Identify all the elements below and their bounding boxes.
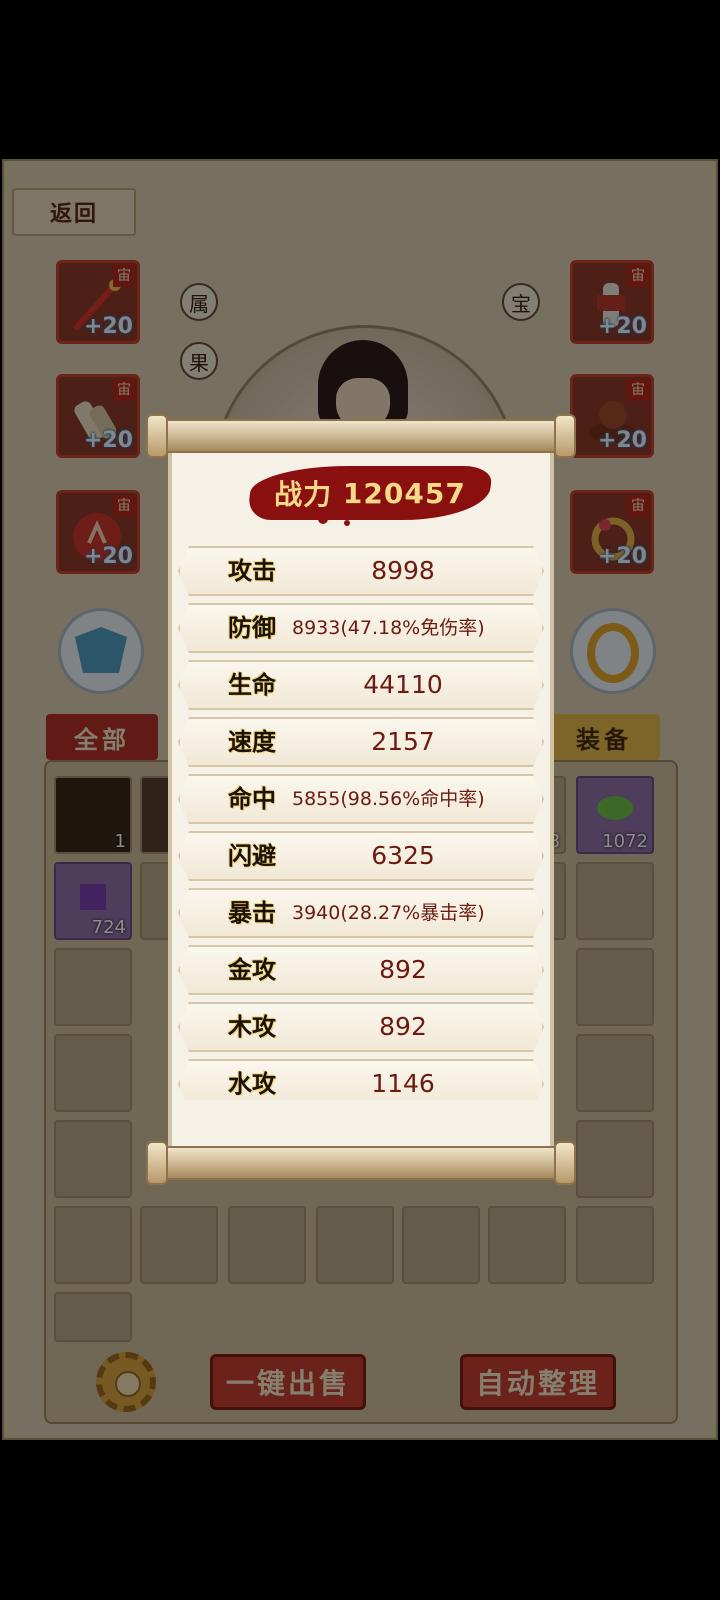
stat-row-defense: 防御 8933(47.18%免伤率) <box>178 603 544 653</box>
stat-value: 5855(98.56%命中率) <box>292 788 485 810</box>
stats-list[interactable]: 攻击 8998 防御 8933(47.18%免伤率) 生命 44110 速度 2… <box>178 546 544 1100</box>
stat-row-metal-attack: 金攻 892 <box>178 945 544 995</box>
stat-value: 892 <box>379 1012 427 1041</box>
scroll-bottom-cap-right <box>554 1141 576 1185</box>
scroll-bottom-cap-left <box>146 1141 168 1185</box>
stat-value: 2157 <box>371 727 435 756</box>
stat-row-dodge: 闪避 6325 <box>178 831 544 881</box>
stat-label: 命中 <box>228 784 276 813</box>
combat-power: 战力 120457 <box>252 470 488 516</box>
stat-value: 6325 <box>371 841 435 870</box>
stat-value: 3940(28.27%暴击率) <box>292 902 485 924</box>
stat-row-health: 生命 44110 <box>178 660 544 710</box>
stat-value: 44110 <box>363 670 443 699</box>
stat-value: 8998 <box>371 556 435 585</box>
stat-label: 攻击 <box>228 556 276 585</box>
scroll-top-rod <box>146 419 576 453</box>
stat-row-accuracy: 命中 5855(98.56%命中率) <box>178 774 544 824</box>
stat-value: 1146 <box>371 1069 435 1098</box>
stat-label: 闪避 <box>228 841 276 870</box>
combat-power-value: 120457 <box>342 476 466 510</box>
stat-label: 防御 <box>228 613 276 642</box>
stat-label: 水攻 <box>228 1069 276 1098</box>
scroll-top-cap-right <box>554 414 576 458</box>
stat-label: 木攻 <box>228 1012 276 1041</box>
stat-label: 速度 <box>228 727 276 756</box>
stat-row-water-attack: 水攻 1146 <box>178 1059 544 1100</box>
stat-label: 生命 <box>228 670 276 699</box>
stat-label: 暴击 <box>228 898 276 927</box>
stat-row-speed: 速度 2157 <box>178 717 544 767</box>
stat-value: 8933(47.18%免伤率) <box>292 617 485 639</box>
scroll-top-cap-left <box>146 414 168 458</box>
stat-value: 892 <box>379 955 427 984</box>
scroll-bottom-rod <box>146 1146 576 1180</box>
stat-row-crit: 暴击 3940(28.27%暴击率) <box>178 888 544 938</box>
stat-label: 金攻 <box>228 955 276 984</box>
combat-power-label: 战力 <box>274 478 333 511</box>
stat-row-attack: 攻击 8998 <box>178 546 544 596</box>
stat-row-wood-attack: 木攻 892 <box>178 1002 544 1052</box>
ink-splat <box>344 520 350 526</box>
